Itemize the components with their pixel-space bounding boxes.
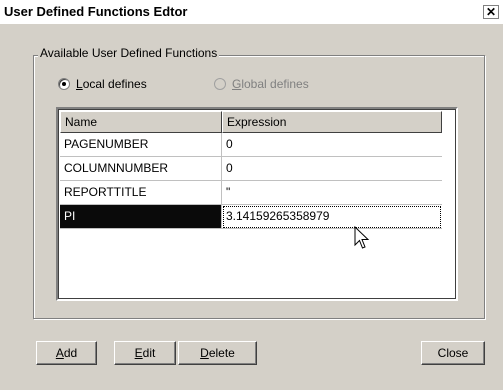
add-label: dd — [63, 346, 78, 360]
local-defines-label: Local defines — [76, 77, 147, 91]
selected-row-expression-cell[interactable]: 3.14159265358979 — [222, 205, 442, 229]
row-name-cell[interactable]: COLUMNNUMBER — [60, 157, 222, 181]
delete-label: elete — [208, 346, 235, 360]
close-button[interactable]: Close — [421, 341, 485, 365]
group-label: Available User Defined Functions — [38, 46, 220, 60]
edit-accel: E — [134, 346, 143, 360]
row-expression-cell[interactable]: 0 — [222, 133, 442, 157]
add-button[interactable]: Add — [36, 341, 97, 365]
close-icon[interactable]: ✕ — [483, 5, 499, 19]
add-accel: A — [55, 346, 64, 360]
row-name-cell[interactable]: PAGENUMBER — [60, 133, 222, 157]
edit-button[interactable]: Edit — [114, 341, 176, 365]
radio-button-icon — [58, 78, 70, 90]
user-defined-functions-dialog: User Defined Functions Edtor ✕ Available… — [0, 0, 503, 390]
delete-button[interactable]: Delete — [178, 341, 257, 365]
row-name-cell[interactable]: REPORTTITLE — [60, 181, 222, 205]
edit-label: dit — [142, 346, 156, 360]
row-expression-cell[interactable]: " — [222, 181, 442, 205]
local-defines-radio[interactable]: Local defines — [58, 77, 147, 91]
window-title: User Defined Functions Edtor — [4, 4, 188, 19]
selected-row-name-cell[interactable]: PI — [60, 205, 222, 229]
radio-button-icon — [214, 78, 226, 90]
title-bar: User Defined Functions Edtor ✕ — [0, 0, 503, 24]
mouse-pointer-icon — [354, 226, 370, 249]
close-glyph: ✕ — [485, 5, 497, 19]
global-defines-radio[interactable]: Global defines — [214, 77, 309, 91]
row-expression-cell[interactable]: 0 — [222, 157, 442, 181]
global-defines-label: Global defines — [232, 77, 309, 91]
column-header-name[interactable]: Name — [60, 111, 222, 133]
column-header-expression[interactable]: Expression — [222, 111, 442, 133]
functions-list[interactable]: Name Expression PAGENUMBER 0 COLUMNNUMBE… — [56, 107, 458, 301]
delete-accel: D — [200, 346, 209, 360]
